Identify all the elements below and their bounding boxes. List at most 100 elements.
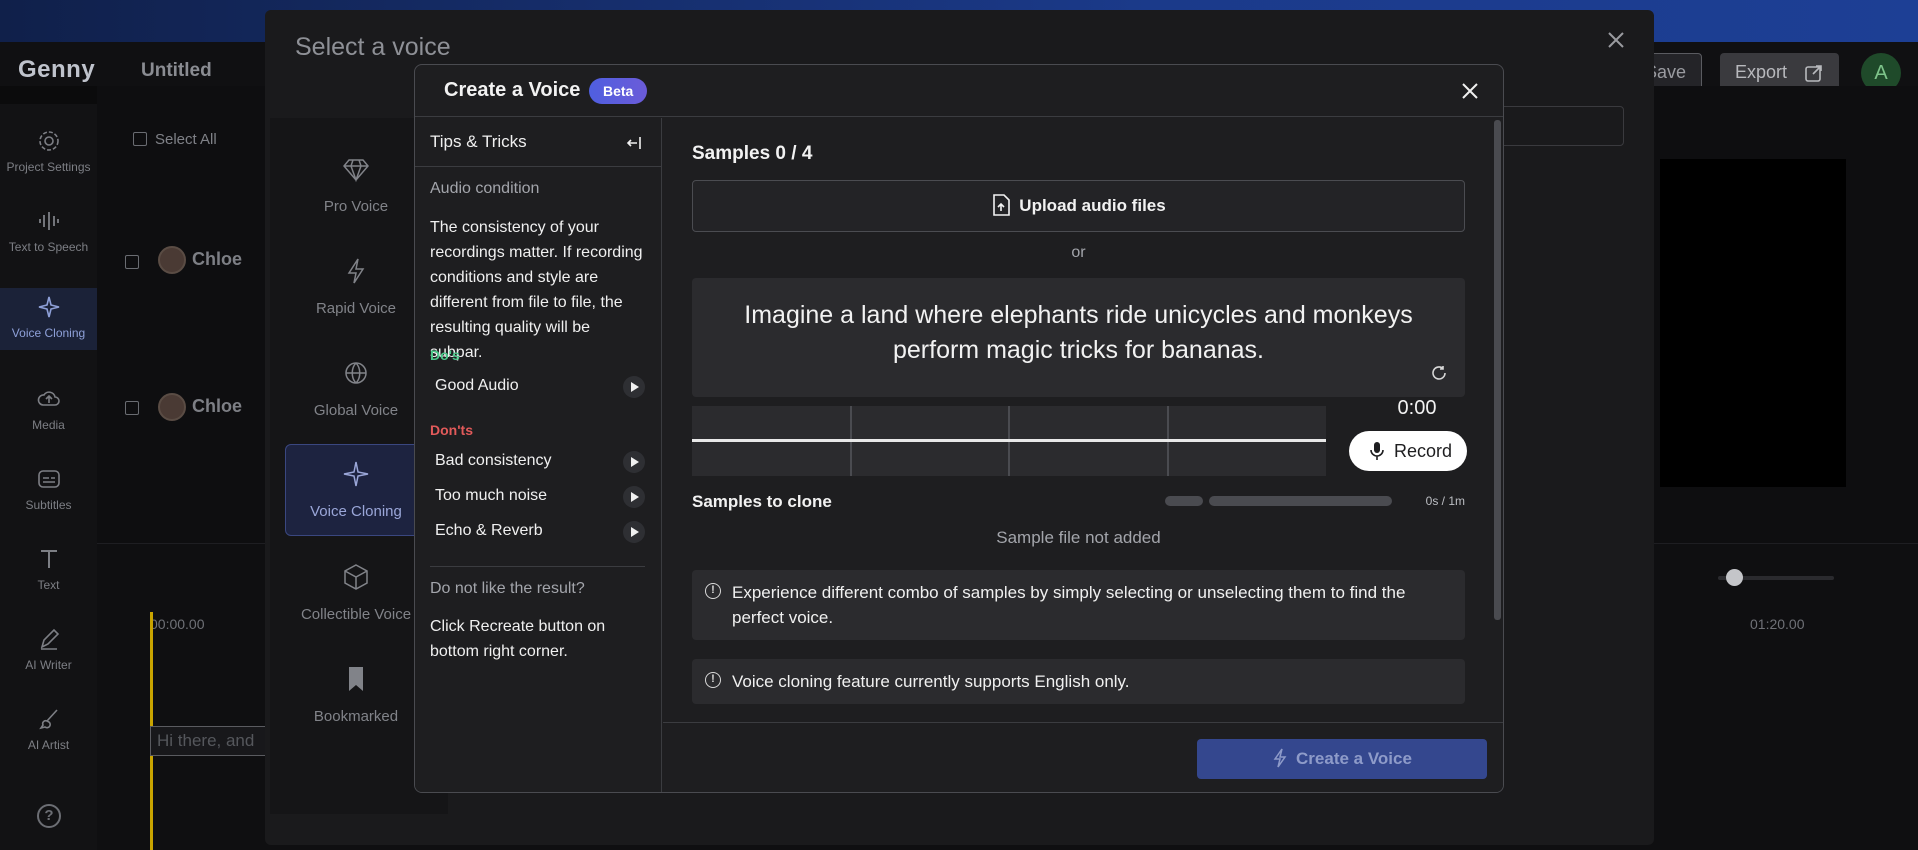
record-label: Record (1394, 441, 1453, 461)
voice-type-label: Pro Voice (323, 198, 389, 215)
create-voice-button[interactable]: Create a Voice (1197, 739, 1487, 779)
voice-name: Chloe (192, 248, 243, 269)
voice-type-rapid[interactable]: Rapid Voice (285, 242, 427, 334)
sparkle-icon (343, 461, 369, 487)
rail-label: Subtitles (25, 498, 72, 512)
script-text: Imagine a land where elephants ride unic… (744, 301, 1413, 364)
voice-type-label: Bookmarked (313, 708, 399, 725)
row-checkbox[interactable] (125, 401, 139, 415)
voice-avatar (158, 246, 186, 274)
tips-panel: Tips & Tricks Audio condition The consis… (415, 118, 662, 792)
select-all-label: Select All (155, 131, 217, 148)
timeline-start-time: 00:00.00 (150, 616, 205, 632)
tip-good-audio[interactable]: Good Audio (435, 376, 645, 398)
voice-row-name: Chloe (158, 393, 242, 421)
play-icon[interactable] (623, 451, 645, 473)
video-preview (1660, 159, 1846, 487)
dialog-title: Create a Voice (444, 79, 581, 101)
tip-echo-reverb[interactable]: Echo & Reverb (435, 521, 645, 543)
rail-item-voice-cloning[interactable]: Voice Cloning (0, 288, 97, 350)
sample-progress-bar (1209, 496, 1392, 506)
dialog-header: Create a Voice Beta (415, 65, 1503, 117)
divider (415, 166, 662, 167)
info-combo-box: ! Experience different combo of samples … (692, 570, 1465, 640)
select-all[interactable]: Select All (133, 131, 217, 148)
recording-timer: 0:00 (1397, 397, 1437, 419)
globe-translate-icon (345, 362, 367, 384)
play-icon[interactable] (623, 376, 645, 398)
export-icon (1805, 65, 1822, 82)
play-icon[interactable] (623, 521, 645, 543)
donts-label: Don'ts (430, 422, 473, 438)
voice-type-bookmarked[interactable]: Bookmarked (285, 650, 427, 742)
create-voice-label: Create a Voice (1296, 749, 1412, 768)
dislike-text: Click Recreate button on bottom right co… (430, 618, 606, 660)
divider (430, 566, 645, 567)
info-icon: ! (705, 583, 721, 599)
row-checkbox[interactable] (125, 255, 139, 269)
voice-row-name: Chloe (158, 246, 242, 274)
voice-type-label: Global Voice (313, 402, 399, 419)
dos-label: Do's (430, 347, 460, 363)
rail-item-text-to-speech[interactable]: Text to Speech (0, 208, 97, 254)
voice-name: Chloe (192, 395, 243, 416)
rail-item-subtitles[interactable]: Subtitles (0, 466, 97, 512)
voice-type-cloning[interactable]: Voice Cloning (285, 444, 427, 536)
collapse-panel-icon[interactable] (625, 134, 643, 152)
samples-count: Samples 0 / 4 (692, 143, 813, 164)
project-title[interactable]: Untitled (141, 60, 212, 82)
rail-label: Project Settings (6, 160, 91, 174)
sample-progress-segment (1165, 496, 1203, 506)
app-logo: Genny (18, 56, 96, 83)
play-icon[interactable] (623, 486, 645, 508)
bolt-icon (347, 258, 365, 284)
tip-too-much-noise[interactable]: Too much noise (435, 486, 645, 508)
audio-condition-text: The consistency of your recordings matte… (430, 219, 643, 361)
microphone-icon (1370, 442, 1384, 460)
info-english-text: Voice cloning feature currently supports… (732, 672, 1130, 691)
rail-item-project-settings[interactable]: Project Settings (0, 128, 97, 174)
timeline-text-clip[interactable]: Hi there, and (150, 726, 270, 756)
select-voice-title: Select a voice (295, 33, 451, 61)
voice-search-input[interactable] (1490, 106, 1624, 146)
file-upload-icon (993, 194, 1011, 216)
rail-label: Text to Speech (8, 240, 89, 254)
rail-label: AI Writer (25, 658, 72, 672)
voice-type-collectible[interactable]: Collectible Voice (285, 548, 427, 640)
refresh-icon[interactable] (1430, 364, 1448, 382)
voice-type-global[interactable]: Global Voice (285, 344, 427, 436)
record-button[interactable]: Record (1349, 431, 1467, 471)
sparkle-icon (38, 296, 59, 318)
samples-panel: Samples 0 / 4 Upload audio files or Imag… (663, 118, 1503, 722)
dislike-label: Do not like the result? (430, 580, 585, 597)
rail-item-text[interactable]: Text (0, 546, 97, 592)
tip-label: Bad consistency (435, 452, 552, 469)
left-rail: Project Settings Text to Speech Voice Cl… (0, 104, 97, 850)
info-combo-text: Experience different combo of samples by… (732, 583, 1406, 627)
tips-heading: Tips & Tricks (430, 132, 527, 151)
tip-bad-consistency[interactable]: Bad consistency (435, 451, 645, 473)
samples-to-clone-label: Samples to clone (692, 492, 832, 511)
checkbox-icon (133, 132, 147, 146)
voice-type-label: Voice Cloning (310, 503, 402, 520)
upload-audio-button[interactable]: Upload audio files (692, 180, 1465, 232)
rail-item-ai-artist[interactable]: AI Artist (0, 706, 97, 752)
voice-type-pro[interactable]: Pro Voice (285, 140, 427, 232)
rail-item-ai-writer[interactable]: AI Writer (0, 626, 97, 672)
export-label: Export (1735, 62, 1788, 82)
tip-label: Too much noise (435, 487, 548, 504)
close-icon[interactable] (1604, 28, 1628, 52)
voice-avatar (158, 393, 186, 421)
bookmark-icon (349, 667, 363, 691)
subtitles-icon (37, 470, 60, 488)
info-english-box: ! Voice cloning feature currently suppor… (692, 659, 1465, 704)
samples-scrollbar[interactable] (1494, 120, 1501, 620)
rail-item-media[interactable]: Media (0, 386, 97, 432)
help-icon[interactable]: ? (37, 804, 61, 828)
close-icon[interactable] (1459, 80, 1481, 102)
rail-label: AI Artist (27, 738, 70, 752)
info-icon: ! (705, 672, 721, 688)
zoom-slider-knob[interactable] (1726, 569, 1743, 586)
recording-waveform (692, 406, 1326, 476)
waveform-icon (38, 212, 59, 230)
